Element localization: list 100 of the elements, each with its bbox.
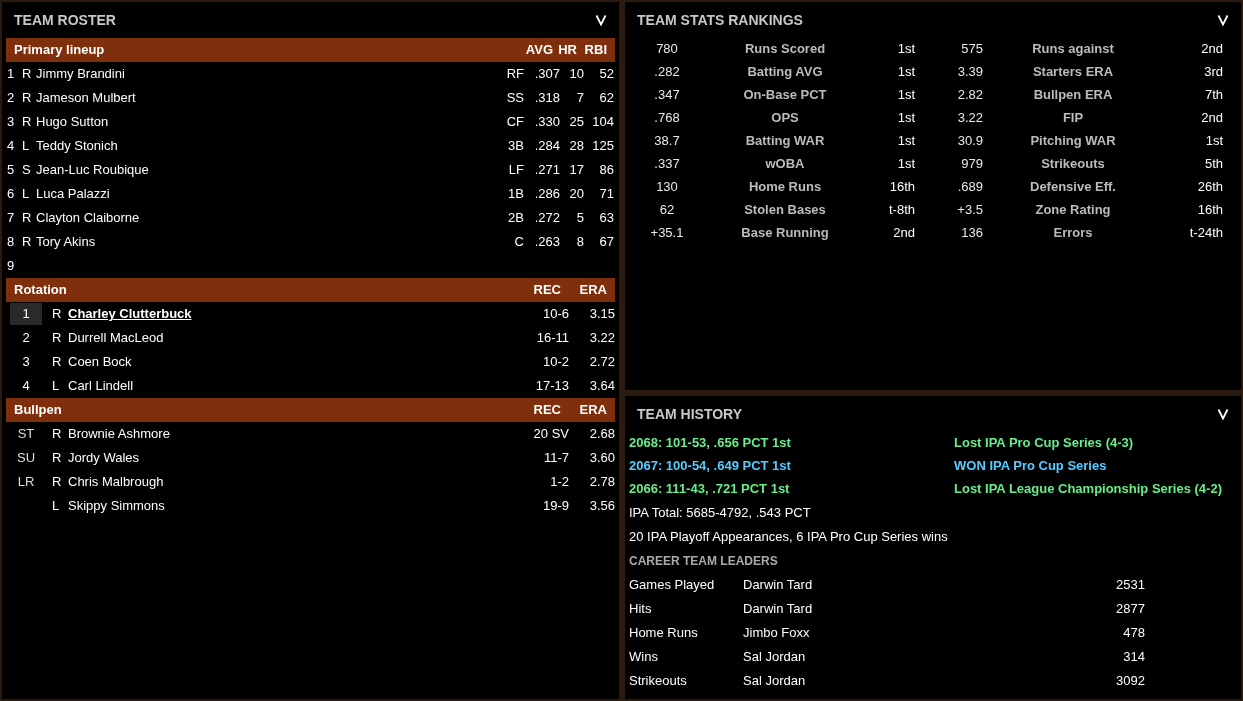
league-rank: t-24th <box>1188 224 1223 243</box>
earned-run-average: 3.22 <box>588 329 615 348</box>
player-name[interactable]: Jimmy Brandini <box>36 64 494 84</box>
column-header: ERA <box>578 281 607 300</box>
bullpen-role: ST <box>17 425 35 444</box>
stat-value: .768 <box>653 109 681 128</box>
win-loss-record: 10-6 <box>541 305 569 324</box>
league-rank: 1st <box>896 63 915 82</box>
leader-value: 2877 <box>1115 600 1145 619</box>
win-loss-record: 16-11 <box>535 329 569 348</box>
win-loss-record: 1-2 <box>549 473 569 492</box>
leader-category: Games Played <box>629 576 716 595</box>
batting-average: .318 <box>533 89 560 108</box>
section-title: Rotation <box>14 281 68 300</box>
pitcher-name[interactable]: Charley Clutterbuck <box>68 304 519 324</box>
column-header: REC <box>532 281 561 300</box>
collapse-chevron-icon[interactable] <box>595 14 607 26</box>
stat-label: Base Running <box>740 224 830 243</box>
earned-run-average: 2.68 <box>588 425 615 444</box>
batting-order: 2 <box>7 89 16 108</box>
column-header: REC <box>532 401 561 420</box>
pitcher-name[interactable]: Carl Lindell <box>68 376 519 396</box>
stat-label: Runs Scored <box>743 40 827 59</box>
leader-value: 3092 <box>1115 672 1145 691</box>
win-loss-record: 10-2 <box>541 353 569 372</box>
earned-run-average: 3.15 <box>588 305 615 324</box>
stat-value: 979 <box>960 155 983 174</box>
panel-title: TEAM HISTORY <box>637 404 742 424</box>
section-title: Bullpen <box>14 401 63 420</box>
stat-label: Pitching WAR <box>1029 132 1117 151</box>
rotation-slot[interactable]: 3 <box>10 351 42 373</box>
stat-value: +35.1 <box>649 224 685 243</box>
pitcher-name[interactable]: Jordy Wales <box>68 448 519 468</box>
player-name[interactable]: Hugo Sutton <box>36 112 494 132</box>
batting-average: .272 <box>533 209 560 228</box>
leader-value: 2531 <box>1115 576 1145 595</box>
player-name[interactable]: Clayton Claiborne <box>36 208 494 228</box>
leader-name: Darwin Tard <box>743 576 814 595</box>
handedness: R <box>51 305 63 324</box>
runs-batted-in: 63 <box>598 209 614 228</box>
home-runs: 17 <box>568 161 584 180</box>
position: 1B <box>507 185 524 204</box>
runs-batted-in: 125 <box>591 137 614 156</box>
stat-value: 38.7 <box>653 132 681 151</box>
player-name[interactable]: Jameson Mulbert <box>36 88 494 108</box>
rotation-slot[interactable]: 4 <box>10 375 42 397</box>
stat-value: 3.39 <box>956 63 983 82</box>
league-rank: 7th <box>1203 86 1223 105</box>
position: 2B <box>507 209 524 228</box>
handedness: S <box>22 161 32 180</box>
league-rank: 2nd <box>1200 109 1223 128</box>
home-runs: 20 <box>568 185 584 204</box>
stat-label: Strikeouts <box>1040 155 1106 174</box>
batting-average: .307 <box>533 65 560 84</box>
league-rank: 1st <box>896 155 915 174</box>
league-rank: 1st <box>1204 132 1223 151</box>
rotation-slot[interactable]: 2 <box>10 327 42 349</box>
stat-value: +3.5 <box>956 201 983 220</box>
batting-order: 9 <box>7 257 16 276</box>
handedness: R <box>22 113 33 132</box>
season-record: 2066: 111-43, .721 PCT 1st <box>629 480 791 499</box>
rotation-slot[interactable]: 1 <box>10 303 42 325</box>
collapse-chevron-icon[interactable] <box>1217 408 1229 420</box>
league-rank: 1st <box>896 86 915 105</box>
position: CF <box>505 113 524 132</box>
stat-value: 136 <box>960 224 983 243</box>
runs-batted-in: 62 <box>598 89 614 108</box>
handedness: L <box>51 497 61 516</box>
win-loss-record: 17-13 <box>534 377 569 396</box>
earned-run-average: 3.64 <box>588 377 615 396</box>
player-name[interactable]: Teddy Stonich <box>36 136 494 156</box>
franchise-total: IPA Total: 5685-4792, .543 PCT <box>629 504 811 523</box>
collapse-chevron-icon[interactable] <box>1217 14 1229 26</box>
stat-value: 3.22 <box>956 109 983 128</box>
batting-average: .286 <box>533 185 560 204</box>
player-name[interactable]: Tory Akins <box>36 232 494 252</box>
player-name[interactable]: Jean-Luc Roubique <box>36 160 494 180</box>
section-title: CAREER TEAM LEADERS <box>629 553 778 570</box>
leader-name: Darwin Tard <box>743 600 814 619</box>
column-header: HR <box>557 41 577 60</box>
pitcher-name[interactable]: Durrell MacLeod <box>68 328 519 348</box>
batting-order: 8 <box>7 233 16 252</box>
leader-name: Jimbo Foxx <box>743 624 811 643</box>
pitcher-name[interactable]: Coen Bock <box>68 352 519 372</box>
leader-category: Hits <box>629 600 653 619</box>
win-loss-record: 20 SV <box>532 425 569 444</box>
runs-batted-in: 71 <box>598 185 614 204</box>
postseason-result: Lost IPA Pro Cup Series (4-3) <box>954 434 1134 453</box>
stat-value: 2.82 <box>956 86 983 105</box>
player-name[interactable]: Luca Palazzi <box>36 184 494 204</box>
postseason-result: Lost IPA League Championship Series (4-2) <box>954 480 1222 499</box>
pitcher-name[interactable]: Brownie Ashmore <box>68 424 519 444</box>
section-title: Primary lineup <box>14 41 106 60</box>
pitcher-name[interactable]: Chris Malbrough <box>68 472 519 492</box>
league-rank: 2nd <box>1200 40 1223 59</box>
earned-run-average: 3.56 <box>588 497 615 516</box>
home-runs: 28 <box>568 137 584 156</box>
stat-label: Home Runs <box>747 178 823 197</box>
league-rank: 2nd <box>892 224 915 243</box>
pitcher-name[interactable]: Skippy Simmons <box>68 496 519 516</box>
